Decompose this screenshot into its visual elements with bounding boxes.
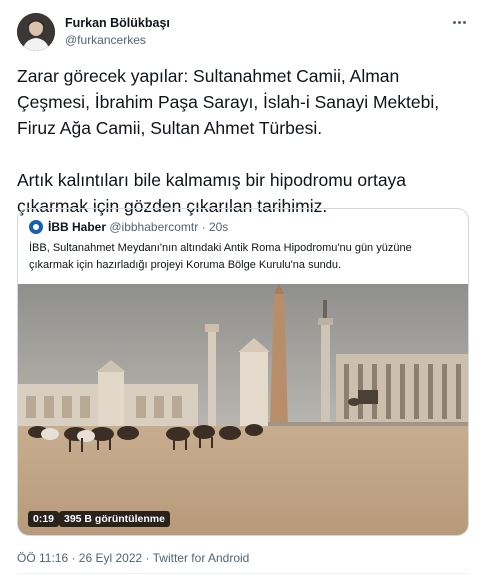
author-handle[interactable]: @furkancerkes bbox=[65, 33, 146, 47]
quoted-author-handle[interactable]: @ibbhabercomtr bbox=[109, 220, 198, 234]
quoted-tweet-text: İBB, Sultanahmet Meydanı'nın altındaki A… bbox=[29, 242, 412, 271]
quoted-tweet-header: İBB Haber @ibbhabercomtr · 20s bbox=[48, 220, 228, 234]
more-options-icon[interactable] bbox=[449, 14, 469, 30]
tweet-timestamp-source[interactable]: ÖÖ 11:16 · 26 Eyl 2022 · Twitter for And… bbox=[17, 551, 249, 565]
footer-divider bbox=[17, 573, 469, 574]
quoted-tweet[interactable]: İBB Haber @ibbhabercomtr · 20s İBB, Sult… bbox=[17, 208, 469, 536]
video-duration-badge: 0:19 bbox=[28, 511, 60, 527]
video-views-badge: 395 B görüntülenme bbox=[59, 511, 170, 527]
author-display-name[interactable]: Furkan Bölükbaşı bbox=[65, 16, 170, 30]
author-avatar[interactable] bbox=[17, 13, 55, 51]
profile-photo-icon bbox=[17, 13, 55, 51]
quoted-separator: · bbox=[201, 220, 206, 234]
quoted-author-name[interactable]: İBB Haber bbox=[48, 220, 106, 234]
quoted-time[interactable]: 20s bbox=[209, 220, 228, 234]
tweet-text: Zarar görecek yapılar: Sultanahmet Camii… bbox=[17, 66, 440, 216]
hippodrome-render-thumbnail bbox=[18, 284, 468, 535]
tweet: Furkan Bölükbaşı @furkancerkes Zarar gör… bbox=[0, 0, 487, 585]
quoted-author-avatar[interactable] bbox=[29, 220, 43, 234]
video-player[interactable]: 0:19 395 B görüntülenme bbox=[18, 284, 468, 535]
